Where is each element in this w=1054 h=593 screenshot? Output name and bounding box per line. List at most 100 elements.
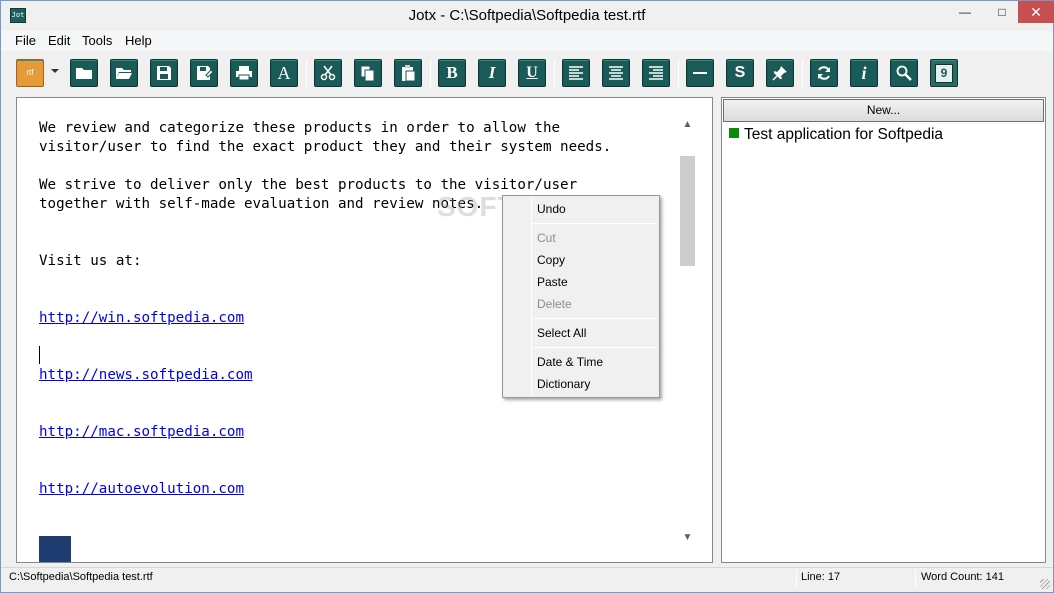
resize-grip-icon[interactable] <box>1040 579 1050 589</box>
refresh-button[interactable] <box>810 59 838 87</box>
paste-button[interactable] <box>394 59 422 87</box>
scroll-thumb[interactable] <box>680 156 695 266</box>
context-separator <box>533 318 657 319</box>
note-title: Test application for Softpedia <box>744 126 944 143</box>
pin-button[interactable] <box>766 59 794 87</box>
context-separator <box>533 223 657 224</box>
info-button[interactable]: i <box>850 59 878 87</box>
calendar-icon: 9 <box>935 64 953 83</box>
context-cut[interactable]: Cut <box>537 231 556 245</box>
bold-button[interactable]: B <box>438 59 466 87</box>
align-right-button[interactable] <box>642 59 670 87</box>
status-divider <box>796 570 797 588</box>
editor-line: We review and categorize these products … <box>39 120 561 136</box>
pin-icon <box>772 66 787 81</box>
horizontal-line-button[interactable] <box>686 59 714 87</box>
menu-bar: File Edit Tools Help <box>1 31 1053 51</box>
title-bar: Jot Jotx - C:\Softpedia\Softpedia test.r… <box>1 1 1054 31</box>
note-list-item[interactable]: Test application for Softpedia <box>729 126 943 144</box>
menu-edit[interactable]: Edit <box>48 33 70 48</box>
toolbar: rtf A B I U S i 9 <box>1 53 1053 93</box>
context-select-all[interactable]: Select All <box>537 326 586 340</box>
app-window: Jot Jotx - C:\Softpedia\Softpedia test.r… <box>0 0 1054 593</box>
context-separator <box>533 347 657 348</box>
context-paste[interactable]: Paste <box>537 275 568 289</box>
close-button[interactable]: ✕ <box>1018 1 1054 23</box>
new-document-button[interactable]: rtf <box>16 59 44 87</box>
align-left-button[interactable] <box>562 59 590 87</box>
align-center-button[interactable] <box>602 59 630 87</box>
print-button[interactable] <box>230 59 258 87</box>
context-delete[interactable]: Delete <box>537 297 572 311</box>
window-title: Jotx - C:\Softpedia\Softpedia test.rtf <box>408 7 646 24</box>
status-divider <box>915 570 916 588</box>
search-icon <box>896 65 912 81</box>
link-mac-softpedia[interactable]: http://mac.softpedia.com <box>39 424 244 440</box>
scroll-down-icon[interactable]: ▼ <box>679 529 696 546</box>
align-right-icon <box>649 66 663 80</box>
rtf-file-icon: rtf <box>26 68 34 77</box>
toolbar-separator <box>306 59 307 87</box>
spell-check-icon: S <box>734 64 746 81</box>
editor-line: together with self-made evaluation and r… <box>39 196 484 212</box>
font-a-icon: A <box>277 63 291 83</box>
editor-line: Visit us at: <box>39 253 142 269</box>
context-copy[interactable]: Copy <box>537 253 565 267</box>
new-note-button[interactable]: New... <box>723 99 1044 122</box>
status-bar: C:\Softpedia\Softpedia test.rtf Line: 17… <box>1 567 1053 592</box>
toolbar-separator <box>802 59 803 87</box>
menu-tools[interactable]: Tools <box>82 33 112 48</box>
save-button[interactable] <box>150 59 178 87</box>
status-word-count: Word Count: 141 <box>921 571 1004 583</box>
scroll-up-icon[interactable]: ▲ <box>679 116 696 133</box>
scissors-icon <box>320 65 336 81</box>
toolbar-separator <box>678 59 679 87</box>
notes-panel: New... Test application for Softpedia <box>721 97 1046 563</box>
context-menu: Undo Cut Copy Paste Delete Select All Da… <box>502 195 660 398</box>
status-line: Line: 17 <box>801 571 841 583</box>
horizontal-line-icon <box>693 72 707 74</box>
copy-button[interactable] <box>354 59 382 87</box>
search-button[interactable] <box>890 59 918 87</box>
open-recent-button[interactable] <box>110 59 138 87</box>
save-as-button[interactable] <box>190 59 218 87</box>
align-center-icon <box>609 66 623 80</box>
toolbar-separator <box>430 59 431 87</box>
folder-open-icon <box>116 68 132 79</box>
context-date-time[interactable]: Date & Time <box>537 355 603 369</box>
text-caret <box>39 346 40 364</box>
link-win-softpedia[interactable]: http://win.softpedia.com <box>39 310 244 326</box>
embedded-image <box>39 536 71 562</box>
save-as-icon <box>196 66 213 80</box>
copy-icon <box>360 65 375 82</box>
spell-check-button[interactable]: S <box>726 59 754 87</box>
note-bullet-icon <box>729 128 739 138</box>
italic-button[interactable]: I <box>478 59 506 87</box>
maximize-button[interactable]: □ <box>986 1 1018 23</box>
bold-icon: B <box>446 63 458 82</box>
clipboard-icon <box>402 65 416 82</box>
toolbar-separator <box>554 59 555 87</box>
printer-icon <box>236 66 252 81</box>
status-path: C:\Softpedia\Softpedia test.rtf <box>9 571 153 583</box>
info-icon: i <box>861 63 867 83</box>
editor-scrollbar[interactable]: ▲ ▼ <box>679 116 696 546</box>
minimize-button[interactable]: — <box>944 1 986 23</box>
new-dropdown-chevron-icon[interactable] <box>51 69 59 73</box>
cut-button[interactable] <box>314 59 342 87</box>
align-left-icon <box>569 66 583 80</box>
context-menu-gutter <box>531 198 532 395</box>
calendar-button[interactable]: 9 <box>930 59 958 87</box>
link-news-softpedia[interactable]: http://news.softpedia.com <box>39 367 253 383</box>
open-folder-button[interactable] <box>70 59 98 87</box>
floppy-icon <box>157 66 171 80</box>
font-button[interactable]: A <box>270 59 298 87</box>
context-dictionary[interactable]: Dictionary <box>537 377 590 391</box>
folder-icon <box>76 68 92 79</box>
link-autoevolution[interactable]: http://autoevolution.com <box>39 481 244 497</box>
underline-button[interactable]: U <box>518 59 546 87</box>
context-undo[interactable]: Undo <box>537 202 566 216</box>
menu-help[interactable]: Help <box>125 33 152 48</box>
menu-file[interactable]: File <box>15 33 36 48</box>
refresh-icon <box>818 66 830 80</box>
